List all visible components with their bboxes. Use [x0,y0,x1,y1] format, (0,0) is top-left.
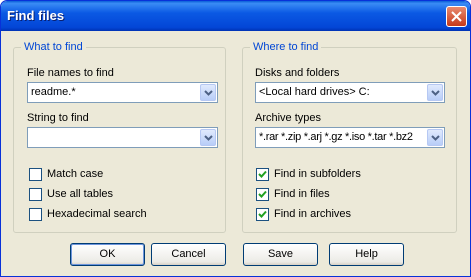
cancel-button[interactable]: Cancel [151,243,226,266]
title-bar[interactable]: Find files [1,1,470,31]
find-in-files-label: Find in files [274,188,330,200]
archive-types-value: *.rar *.zip *.arj *.gz *.iso *.tar *.bz2 [259,131,413,143]
checkmark-icon [258,210,267,218]
checkbox-box[interactable] [29,208,42,221]
chevron-down-icon [204,135,213,141]
find-files-dialog: Find files What to find File names to fi… [0,0,471,277]
where-to-find-group: Where to find Disks and folders <Local h… [242,40,457,233]
use-all-tables-label: Use all tables [47,188,114,200]
disks-and-folders-dropdown-button[interactable] [427,84,443,101]
chevron-down-icon [204,90,213,96]
find-in-subfolders-label: Find in subfolders [274,168,361,180]
disks-and-folders-value: <Local hard drives> C: [259,86,370,98]
checkbox-box[interactable] [29,168,42,181]
checkmark-icon [258,170,267,178]
checkmark-icon [258,190,267,198]
hexadecimal-search-label: Hexadecimal search [47,208,147,220]
window-title: Find files [7,8,65,23]
chevron-down-icon [431,135,440,141]
string-to-find-label: String to find [27,112,89,124]
match-case-label: Match case [47,168,104,180]
disks-and-folders-combo[interactable]: <Local hard drives> C: [255,82,445,103]
file-names-label: File names to find [27,67,114,79]
ok-button[interactable]: OK [70,243,145,266]
dialog-body: What to find File names to find readme.*… [4,31,467,274]
find-in-archives-label: Find in archives [274,208,352,220]
what-to-find-group: What to find File names to find readme.*… [13,40,226,233]
close-button[interactable] [446,6,467,27]
close-icon [451,11,462,22]
chevron-down-icon [431,90,440,96]
what-to-find-legend: What to find [21,40,86,54]
disks-and-folders-label: Disks and folders [255,67,340,79]
help-button[interactable]: Help [329,243,404,266]
file-names-value: readme.* [31,86,76,98]
checkbox-box[interactable] [256,208,269,221]
checkbox-box[interactable] [256,188,269,201]
where-to-find-legend: Where to find [250,40,322,54]
save-button[interactable]: Save [243,243,318,266]
checkbox-box[interactable] [256,168,269,181]
string-to-find-combo[interactable] [27,127,218,148]
string-to-find-dropdown-button[interactable] [200,129,216,146]
archive-types-label: Archive types [255,112,322,124]
checkbox-box[interactable] [29,188,42,201]
file-names-dropdown-button[interactable] [200,84,216,101]
file-names-combo[interactable]: readme.* [27,82,218,103]
archive-types-dropdown-button[interactable] [427,129,443,146]
archive-types-combo[interactable]: *.rar *.zip *.arj *.gz *.iso *.tar *.bz2 [255,127,445,148]
